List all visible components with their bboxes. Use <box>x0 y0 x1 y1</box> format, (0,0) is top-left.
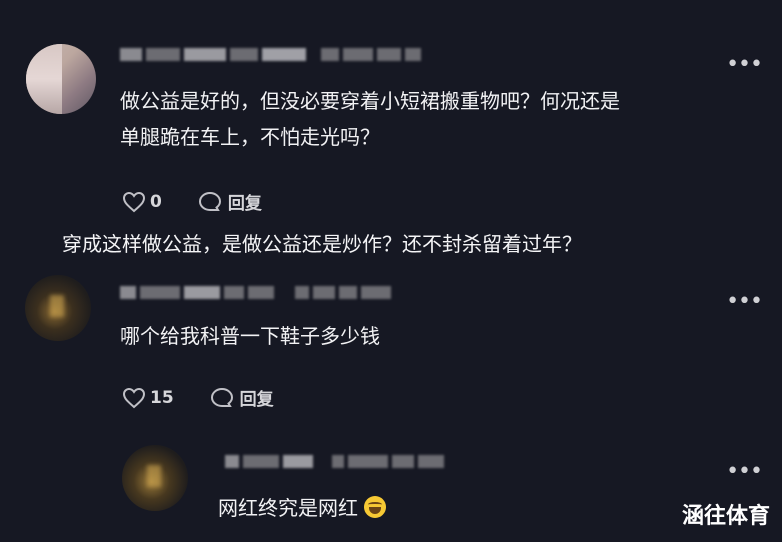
heart-icon[interactable] <box>122 387 146 409</box>
speech-bubble-icon[interactable] <box>210 387 234 409</box>
reply-button[interactable]: 回复 <box>228 189 262 214</box>
username-blurred[interactable] <box>120 286 395 299</box>
caption-text: 穿成这样做公益，是做公益还是炒作？还不封杀留着过年？ <box>62 232 582 256</box>
more-options-icon[interactable]: ••• <box>726 54 763 76</box>
speech-bubble-icon[interactable] <box>198 191 222 213</box>
comment-line: 网红终究是网红 <box>218 496 358 520</box>
comment-avatar[interactable] <box>25 275 91 341</box>
comment-text: 网红终究是网红 <box>218 490 386 526</box>
comment-text: 哪个给我科普一下鞋子多少钱 <box>120 324 380 348</box>
comment-line: 单腿跪在车上，不怕走光吗？ <box>120 125 380 149</box>
laughing-tears-emoji <box>364 496 386 518</box>
heart-icon[interactable] <box>122 191 146 213</box>
like-count: 0 <box>150 191 162 212</box>
more-options-icon[interactable]: ••• <box>726 461 763 483</box>
watermark: 涵往体育 <box>681 504 770 529</box>
like-count: 15 <box>150 387 174 408</box>
username-blurred[interactable] <box>225 455 448 468</box>
reply-button[interactable]: 回复 <box>240 385 274 410</box>
comment-text: 做公益是好的，但没必要穿着小短裙搬重物吧？何况还是 单腿跪在车上，不怕走光吗？ <box>120 83 620 155</box>
more-options-icon[interactable]: ••• <box>726 291 763 313</box>
comment-actions: 15 回复 <box>122 385 274 410</box>
comment-line: 做公益是好的，但没必要穿着小短裙搬重物吧？何况还是 <box>120 89 620 113</box>
username-blurred[interactable] <box>120 48 425 61</box>
comment-avatar[interactable] <box>122 445 188 511</box>
comment-avatar[interactable] <box>26 44 96 114</box>
comment-actions: 0 回复 <box>122 189 262 214</box>
